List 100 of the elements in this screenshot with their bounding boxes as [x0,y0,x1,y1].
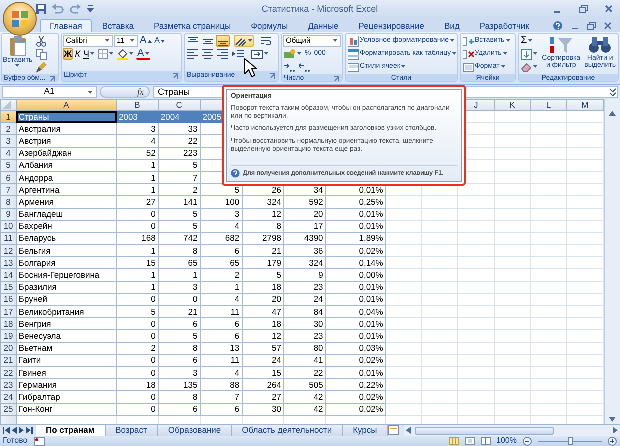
table-cell: 11 [200,354,242,366]
table-cell: Австралия [16,122,116,135]
table-cell: 0,02% [326,390,386,403]
table-cell: 65 [158,256,200,269]
table-cell: 0 [116,293,158,306]
table-cell: 135 [158,378,200,391]
table-cell: Босния-Герцеговина [16,268,116,282]
table-cell: 65 [200,256,242,269]
table-cell: 6 [200,403,242,416]
table-cell: 5 [242,268,284,282]
table-cell: 1 [116,171,158,184]
table-cell: Гаити [16,354,116,366]
table-cell: 8 [158,342,200,354]
table-cell: 141 [158,196,200,208]
table-cell: 6 [200,318,242,330]
table-cell: 6 [200,330,242,342]
table-cell: 12 [242,330,284,342]
table-cell: 7 [158,171,200,184]
table-cell: 21 [242,244,284,257]
table-cell: 179 [242,256,284,269]
table-cell: Азербайджан [16,147,116,160]
table-cell: 22 [284,366,326,379]
table-cell: Армения [16,196,116,208]
table-cell: 23 [284,330,326,342]
table-cell: 5 [116,306,158,318]
table-cell: 0 [158,293,200,306]
table-cell: 4 [116,134,158,148]
table-cell: 17 [284,220,326,232]
table-cell: 0,01% [326,366,386,379]
table-cell: 6 [158,354,200,366]
table-cell: 0 [116,330,158,342]
table-cell: 264 [242,378,284,391]
table-cell: 11 [200,306,242,318]
table-cell: 2004 [158,110,200,123]
table-cell: 13 [200,342,242,354]
table-cell: 223 [158,147,200,160]
table-cell: 1 [116,159,158,172]
table-cell: 42 [284,403,326,416]
table-cell: 30 [284,318,326,330]
table-cell: 0 [116,390,158,403]
table-cell: Бахрейн [16,220,116,232]
table-cell: Аргентина [16,184,116,196]
table-cell: 4 [200,366,242,379]
table-cell: 324 [284,256,326,269]
table-cell: 0 [116,208,158,220]
table-cell: Бруней [16,293,116,306]
table-cell: 27 [116,196,158,208]
table-cell: 8 [242,220,284,232]
table-cell: 2003 [116,110,158,123]
table-cell: 84 [284,306,326,318]
table-cell: 21 [158,306,200,318]
table-cell: Андорра [16,171,116,184]
table-cell: 4390 [284,232,326,245]
table-cell: 24 [284,293,326,306]
status-text: Готово [3,436,28,446]
table-cell: 7 [200,390,242,403]
table-cell: 2 [116,342,158,354]
table-cell: 5 [158,330,200,342]
table-cell: Болгария [16,256,116,269]
table-cell: 324 [242,196,284,208]
table-cell: Гибралтар [16,390,116,403]
table-cell: 0,03% [326,342,386,354]
table-cell: Германия [16,378,116,391]
table-cell: 18 [116,378,158,391]
table-cell: 0,04% [326,306,386,318]
table-cell: 1 [158,268,200,282]
table-cell: 20 [242,293,284,306]
table-cell: 33 [158,122,200,135]
table-cell: 3 [200,208,242,220]
table-cell: 2 [200,268,242,282]
table-cell: Албания [16,159,116,172]
table-cell: 5 [158,220,200,232]
table-cell: 3 [158,281,200,294]
table-cell: 3 [116,122,158,135]
table-cell: 24 [242,354,284,366]
table-cell: 742 [158,232,200,245]
table-cell: 9 [284,268,326,282]
table-cell: 41 [284,354,326,366]
zoom-level: 100% [496,436,517,446]
table-cell: 27 [242,390,284,403]
table-cell: 0 [116,318,158,330]
table-cell: 168 [116,232,158,245]
table-cell: 0,01% [326,281,386,294]
table-cell: 1 [116,281,158,294]
table-cell: Венгрия [16,318,116,330]
table-cell: 0 [116,366,158,379]
table-cell: 0,02% [326,403,386,416]
table-cell: 0,02% [326,354,386,366]
table-cell: 0 [116,220,158,232]
table-cell: 57 [242,342,284,354]
table-cell: 30 [242,403,284,416]
table-cell: 6 [200,244,242,257]
table-cell: 18 [242,318,284,330]
table-cell: 100 [200,196,242,208]
table-cell: 1 [116,184,158,196]
table-cell: 0,01% [326,330,386,342]
table-cell: 20 [284,208,326,220]
table-cell: 0,14% [326,256,386,269]
table-cell: 592 [284,196,326,208]
table-cell: 1 [200,281,242,294]
